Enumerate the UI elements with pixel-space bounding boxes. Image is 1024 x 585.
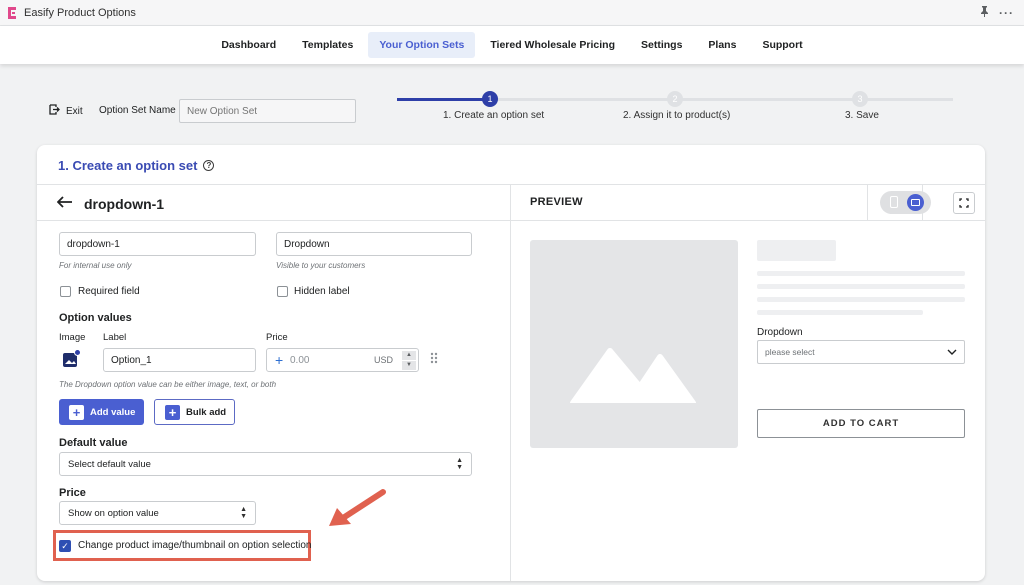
text-skeleton	[757, 271, 965, 276]
default-value-select[interactable]: Select default value ▲ ▼	[59, 452, 472, 476]
default-value-heading: Default value	[59, 437, 128, 449]
back-arrow-icon[interactable]	[56, 195, 73, 213]
add-value-label: Add value	[90, 406, 136, 418]
app-logo-icon	[8, 6, 18, 19]
add-to-cart-button[interactable]: ADD TO CART	[757, 409, 965, 438]
price-currency: USD	[374, 355, 394, 365]
public-label-hint: Visible to your customers	[276, 261, 366, 270]
step-2-dot[interactable]: 2	[667, 91, 683, 107]
price-display-selected: Show on option value	[68, 507, 159, 519]
title-skeleton	[757, 240, 836, 261]
nav-support[interactable]: Support	[751, 32, 813, 58]
exit-label: Exit	[66, 105, 83, 117]
price-display-select[interactable]: Show on option value ▲ ▼	[59, 501, 256, 525]
field-title: dropdown-1	[84, 196, 165, 212]
option-set-name-label: Option Set Name	[99, 105, 176, 116]
nav-tiered-wholesale-pricing[interactable]: Tiered Wholesale Pricing	[479, 32, 626, 58]
option-price-input[interactable]: + 0.00 USD ▲ ▼	[266, 348, 419, 372]
hidden-label-label: Hidden label	[294, 286, 350, 297]
card-title: 1. Create an option set ?	[58, 158, 215, 173]
option-label-input[interactable]	[103, 348, 256, 372]
col-label-header: Label	[103, 332, 127, 343]
preview-dropdown-select[interactable]: please select	[757, 340, 965, 364]
change-image-checkbox[interactable]: ✓	[59, 540, 71, 552]
help-icon[interactable]: ?	[203, 160, 215, 171]
add-value-button[interactable]: + Add value	[59, 399, 144, 425]
step-3-dot[interactable]: 3	[852, 91, 868, 107]
default-value-selected: Select default value	[68, 458, 151, 470]
select-arrows-icon: ▲ ▼	[456, 457, 463, 471]
preview-dropdown-placeholder: please select	[765, 347, 815, 357]
text-skeleton	[757, 284, 965, 289]
mobile-icon[interactable]	[890, 196, 898, 208]
progress-stepper: 1 2 3 1. Create an option set 2. Assign …	[397, 90, 953, 130]
col-price-header: Price	[266, 332, 288, 343]
hidden-label-checkbox[interactable]	[277, 286, 288, 297]
bulk-add-label: Bulk add	[186, 406, 227, 418]
drag-handle-icon[interactable]	[430, 352, 438, 367]
plus-icon: +	[165, 404, 180, 420]
option-values-heading: Option values	[59, 312, 132, 324]
change-image-label: Change product image/thumbnail on option…	[78, 540, 312, 551]
app-title: Easify Product Options	[24, 6, 136, 19]
divider	[510, 184, 511, 581]
step-1-dot[interactable]: 1	[482, 91, 498, 107]
preview-title: PREVIEW	[530, 196, 583, 208]
nav-plans[interactable]: Plans	[697, 32, 747, 58]
main-nav: Dashboard Templates Your Option Sets Tie…	[0, 26, 1024, 64]
nav-settings[interactable]: Settings	[630, 32, 693, 58]
chevron-down-icon[interactable]: ▼	[402, 361, 416, 370]
image-placeholder-icon	[570, 347, 696, 406]
select-arrows-icon: ▲ ▼	[240, 506, 247, 520]
text-skeleton	[757, 310, 923, 315]
stepper-progress-fill	[397, 98, 490, 101]
required-field-label: Required field	[78, 286, 140, 297]
bulk-add-button[interactable]: + Bulk add	[154, 399, 235, 425]
product-image-placeholder	[530, 240, 738, 448]
text-skeleton	[757, 297, 965, 302]
option-values-note: The Dropdown option value can be either …	[59, 380, 277, 389]
option-set-card: 1. Create an option set ? dropdown-1 For…	[37, 145, 985, 581]
card-title-text: 1. Create an option set	[58, 158, 198, 173]
nav-dashboard[interactable]: Dashboard	[210, 32, 287, 58]
divider	[37, 220, 985, 221]
device-toggle[interactable]	[880, 191, 931, 214]
chevron-up-icon[interactable]: ▲	[402, 351, 416, 360]
exit-icon	[49, 104, 60, 118]
desktop-icon[interactable]	[907, 194, 924, 211]
step-2-label: 2. Assign it to product(s)	[623, 110, 731, 121]
divider	[37, 184, 985, 185]
step-3-label: 3. Save	[845, 110, 879, 121]
nav-templates[interactable]: Templates	[291, 32, 364, 58]
image-badge	[74, 349, 81, 356]
internal-name-hint: For internal use only	[59, 261, 132, 270]
annotation-arrow-icon	[325, 488, 387, 536]
option-set-name-input[interactable]	[179, 99, 356, 123]
step-1-label: 1. Create an option set	[443, 110, 545, 121]
divider	[867, 184, 868, 220]
chevron-down-icon	[947, 347, 957, 357]
public-label-input[interactable]	[276, 232, 472, 256]
pin-icon[interactable]	[980, 6, 989, 20]
nav-your-option-sets[interactable]: Your Option Sets	[368, 32, 476, 58]
col-image-header: Image	[59, 332, 86, 343]
plus-icon: +	[69, 404, 84, 420]
plus-icon[interactable]: +	[275, 352, 283, 368]
exit-button[interactable]: Exit	[49, 104, 83, 118]
price-stepper[interactable]: ▲ ▼	[402, 351, 416, 370]
price-heading: Price	[59, 487, 86, 499]
price-placeholder: 0.00	[290, 355, 310, 366]
internal-name-input[interactable]	[59, 232, 256, 256]
required-field-checkbox[interactable]	[60, 286, 71, 297]
more-icon[interactable]: ···	[999, 6, 1014, 20]
fullscreen-icon[interactable]	[953, 192, 975, 214]
preview-dropdown-label: Dropdown	[757, 327, 803, 338]
app-bar: Easify Product Options ···	[0, 0, 1024, 26]
